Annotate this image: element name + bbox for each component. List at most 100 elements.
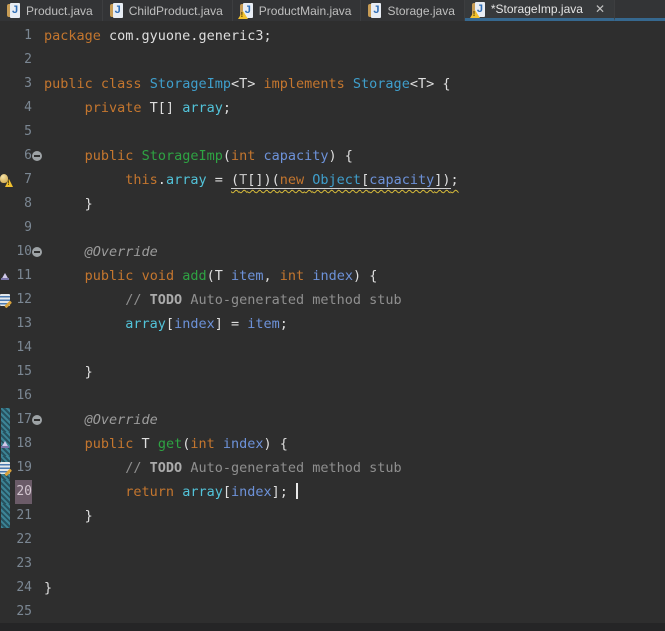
tab--storageimp-java[interactable]: J *StorageImp.java ✕ (464, 0, 615, 21)
marker-gutter[interactable] (0, 192, 13, 216)
code-text[interactable] (44, 336, 665, 360)
code-text[interactable]: public void add(T item, int index) { (44, 264, 665, 288)
code-line-6[interactable]: 6 public StorageImp(int capacity) { (0, 144, 665, 168)
text-caret (296, 483, 299, 499)
marker-gutter[interactable] (0, 552, 13, 576)
code-text[interactable]: this.array = (T[])(new Object[capacity])… (44, 168, 665, 192)
code-text[interactable]: return array[index]; (44, 480, 665, 504)
task-marker-icon[interactable] (0, 294, 10, 306)
code-editor[interactable]: 1 package com.gyuone.generic3; 2 3 public cl… (0, 21, 665, 623)
code-line-23[interactable]: 23 (0, 552, 665, 576)
code-text[interactable]: } (44, 360, 665, 384)
code-text[interactable]: private T[] array; (44, 96, 665, 120)
override-marker-icon[interactable] (1, 441, 9, 448)
code-text[interactable]: } (44, 192, 665, 216)
code-line-15[interactable]: 15 } (0, 360, 665, 384)
code-line-19[interactable]: 19 // TODO Auto-generated method stub (0, 456, 665, 480)
tab-label: Product.java (26, 3, 93, 18)
fold-gutter[interactable] (32, 240, 44, 264)
marker-gutter[interactable] (0, 120, 13, 144)
code-text[interactable] (44, 600, 665, 623)
marker-gutter[interactable] (0, 360, 13, 384)
warning-overlay-icon (237, 11, 248, 19)
tab-childproduct-java[interactable]: J ChildProduct.java (102, 0, 233, 21)
code-text[interactable]: @Override (44, 408, 665, 432)
marker-gutter[interactable] (0, 72, 13, 96)
code-text[interactable]: package com.gyuone.generic3; (44, 24, 665, 48)
tab-label: *StorageImp.java (490, 2, 583, 16)
tab-storage-java[interactable]: J Storage.java (361, 0, 465, 21)
code-line-20[interactable]: 20 return array[index]; (0, 480, 665, 504)
marker-gutter[interactable] (0, 288, 13, 312)
code-line-18[interactable]: 18 public T get(int index) { (0, 432, 665, 456)
range-indicator-bar[interactable] (0, 408, 13, 432)
code-text[interactable]: // TODO Auto-generated method stub (44, 288, 665, 312)
fold-gutter[interactable] (32, 408, 44, 432)
code-line-25[interactable]: 25 (0, 600, 665, 623)
marker-gutter[interactable] (0, 96, 13, 120)
code-line-13[interactable]: 13 array[index] = item; (0, 312, 665, 336)
code-line-8[interactable]: 8 } (0, 192, 665, 216)
marker-gutter[interactable] (0, 240, 13, 264)
code-line-17[interactable]: 17 @Override (0, 408, 665, 432)
marker-gutter[interactable] (0, 144, 13, 168)
task-marker-icon[interactable] (0, 462, 10, 474)
tab-productmain-java[interactable]: J ProductMain.java (232, 0, 362, 21)
collapse-fold-icon[interactable] (32, 151, 42, 161)
marker-gutter[interactable] (0, 48, 13, 72)
marker-gutter[interactable] (0, 576, 13, 600)
code-line-7[interactable]: 7 this.array = (T[])(new Object[capacity… (0, 168, 665, 192)
code-line-14[interactable]: 14 (0, 336, 665, 360)
marker-gutter[interactable] (0, 24, 13, 48)
code-text[interactable] (44, 120, 665, 144)
code-text[interactable]: } (44, 504, 665, 528)
line-number: 17 (16, 412, 32, 427)
marker-gutter[interactable] (0, 264, 13, 288)
code-line-3[interactable]: 3 public class StorageImp<T> implements S… (0, 72, 665, 96)
range-indicator-bar[interactable] (0, 432, 13, 456)
code-text[interactable]: } (44, 576, 665, 600)
line-number: 14 (16, 340, 32, 355)
code-text[interactable] (44, 216, 665, 240)
code-line-12[interactable]: 12 // TODO Auto-generated method stub (0, 288, 665, 312)
code-line-4[interactable]: 4 private T[] array; (0, 96, 665, 120)
code-line-1[interactable]: 1 package com.gyuone.generic3; (0, 24, 665, 48)
range-indicator-bar[interactable] (0, 504, 13, 528)
code-text[interactable]: @Override (44, 240, 665, 264)
code-line-21[interactable]: 21 } (0, 504, 665, 528)
code-line-11[interactable]: 11 public void add(T item, int index) { (0, 264, 665, 288)
code-line-24[interactable]: 24} (0, 576, 665, 600)
code-line-16[interactable]: 16 (0, 384, 665, 408)
marker-gutter[interactable] (0, 600, 13, 623)
range-indicator-bar[interactable] (0, 480, 13, 504)
fold-gutter[interactable] (32, 144, 44, 168)
code-text[interactable]: public class StorageImp<T> implements St… (44, 72, 665, 96)
line-number: 1 (24, 28, 32, 43)
marker-gutter[interactable] (0, 336, 13, 360)
marker-gutter[interactable] (0, 528, 13, 552)
code-line-2[interactable]: 2 (0, 48, 665, 72)
code-line-9[interactable]: 9 (0, 216, 665, 240)
code-text[interactable]: // TODO Auto-generated method stub (44, 456, 665, 480)
range-indicator-bar[interactable] (0, 456, 13, 480)
tab-close-icon[interactable]: ✕ (595, 3, 605, 15)
code-line-10[interactable]: 10 @Override (0, 240, 665, 264)
code-text[interactable]: public StorageImp(int capacity) { (44, 144, 665, 168)
code-text[interactable] (44, 384, 665, 408)
collapse-fold-icon[interactable] (32, 247, 42, 257)
marker-gutter[interactable] (0, 384, 13, 408)
tab-product-java[interactable]: J Product.java (0, 0, 103, 21)
code-line-22[interactable]: 22 (0, 528, 665, 552)
code-line-5[interactable]: 5 (0, 120, 665, 144)
code-text[interactable]: public T get(int index) { (44, 432, 665, 456)
marker-gutter[interactable] (0, 168, 13, 192)
code-text[interactable] (44, 528, 665, 552)
override-marker-icon[interactable] (1, 273, 9, 280)
code-text[interactable] (44, 552, 665, 576)
code-text[interactable] (44, 48, 665, 72)
warning-quickfix-icon[interactable] (0, 174, 13, 187)
marker-gutter[interactable] (0, 216, 13, 240)
collapse-fold-icon[interactable] (32, 415, 42, 425)
marker-gutter[interactable] (0, 312, 13, 336)
code-text[interactable]: array[index] = item; (44, 312, 665, 336)
